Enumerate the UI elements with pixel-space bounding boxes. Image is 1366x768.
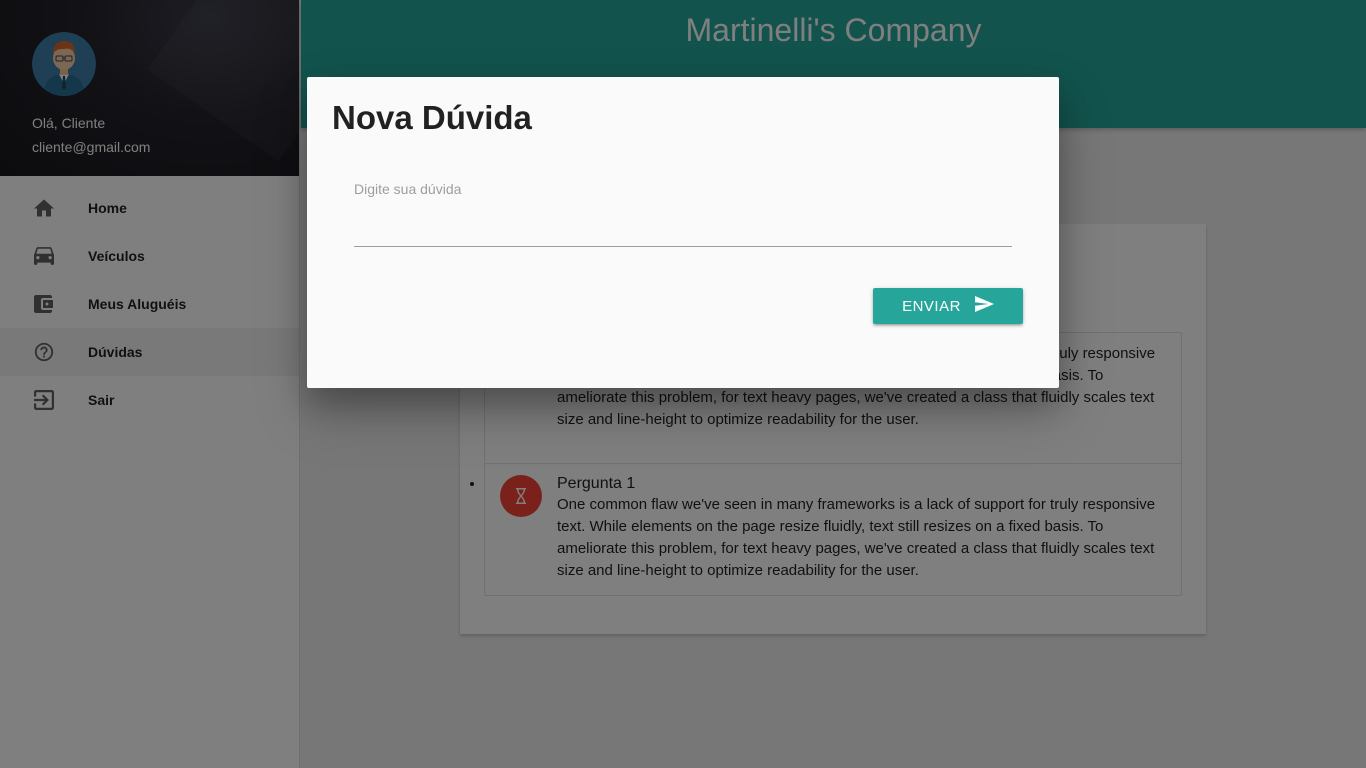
modal-title: Nova Dúvida xyxy=(332,99,532,136)
send-button[interactable]: ENVIAR xyxy=(873,288,1023,324)
send-icon xyxy=(974,296,994,316)
send-button-label: ENVIAR xyxy=(902,297,961,315)
question-field-label: Digite sua dúvida xyxy=(354,181,462,197)
question-input[interactable] xyxy=(354,207,1012,247)
new-question-modal: Nova Dúvida Digite sua dúvida ENVIAR xyxy=(307,77,1059,388)
